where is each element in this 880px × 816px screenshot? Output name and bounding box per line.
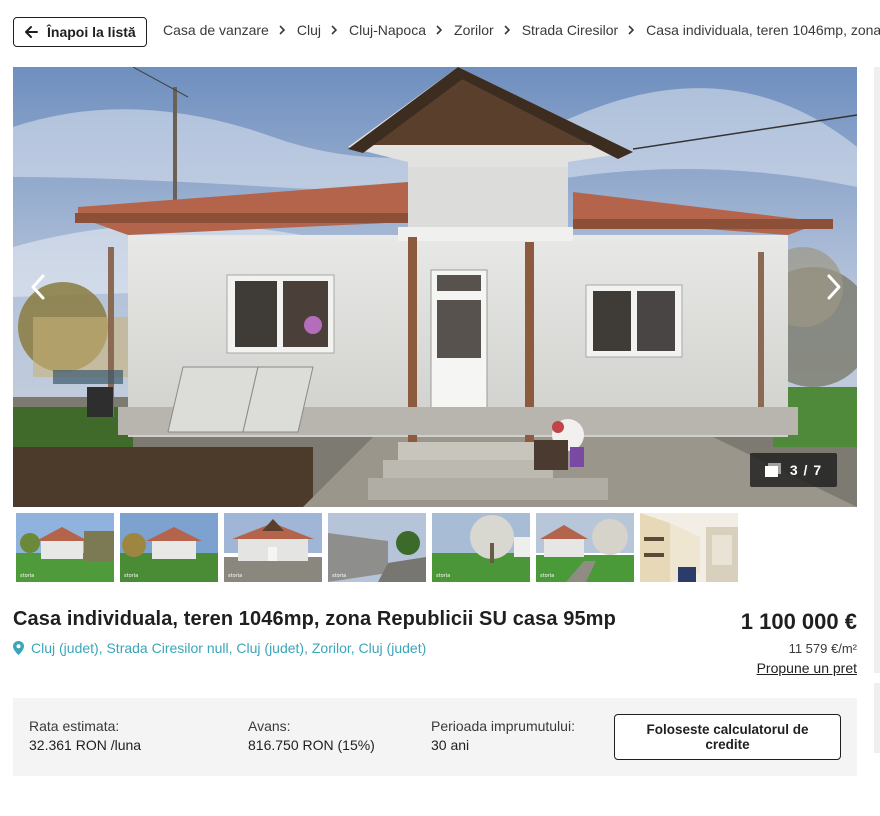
thumbnail[interactable] [640,513,738,582]
down-payment-label: Avans: [248,718,291,734]
listing-location[interactable]: Cluj (judet), Strada Ciresilor null, Clu… [13,640,426,656]
down-payment-value: 816.750 RON (15%) [248,737,375,753]
monthly-rate-value: 32.361 RON /luna [29,737,142,753]
breadcrumb-item-street[interactable]: Strada Ciresilor [522,22,618,38]
thumbnail[interactable]: storia [432,513,530,582]
loan-period-value: 30 ani [431,737,470,753]
location-pin-icon [13,641,24,655]
back-button-label: Înapoi la listă [47,24,136,40]
arrow-left-icon [25,26,38,38]
monthly-rate-label: Rata estimata: [29,718,120,734]
side-panel-edge [874,683,880,753]
breadcrumb-item-current: Casa individuala, teren 1046mp, zona R [646,22,880,38]
thumbnail[interactable]: storia [16,513,114,582]
price-per-sqm: 11 579 €/m² [788,641,857,656]
thumbnail[interactable]: storia [536,513,634,582]
thumbnail[interactable]: storia [328,513,426,582]
loan-period: Perioada imprumutului: 30 ani [431,718,575,753]
breadcrumb: Casa de vanzare Cluj Cluj-Napoca Zorilor… [163,22,880,38]
thumbnail-watermark: storia [228,573,242,579]
listing-price: 1 100 000 € [740,609,857,634]
thumbnail[interactable]: storia [224,513,322,582]
monthly-rate: Rata estimata: 32.361 RON /luna [29,718,141,753]
thumbnail-strip: storia storia storia storia storia stori… [16,513,744,582]
credit-estimate-panel: Rata estimata: 32.361 RON /luna Avans: 8… [13,698,857,776]
chevron-right-icon [628,25,635,35]
credit-calculator-button[interactable]: Foloseste calculatorul de credite [614,714,841,760]
thumbnail-watermark: storia [20,573,34,579]
photo-counter: 3 / 7 [750,453,837,487]
thumbnail-watermark: storia [436,573,450,579]
breadcrumb-item-district[interactable]: Zorilor [454,22,494,38]
chevron-right-icon [279,25,285,35]
chevron-right-icon [436,25,443,35]
propose-price-link[interactable]: Propune un pret [757,660,857,676]
back-to-list-button[interactable]: Înapoi la listă [13,17,147,47]
breadcrumb-item-city[interactable]: Cluj-Napoca [349,22,426,38]
listing-title: Casa individuala, teren 1046mp, zona Rep… [13,608,616,630]
photo-counter-text: 3 / 7 [789,462,823,478]
photos-icon [764,463,781,477]
loan-period-label: Perioada imprumutului: [431,718,575,734]
thumbnail[interactable]: storia [120,513,218,582]
side-panel-edge [874,67,880,673]
top-bar: Înapoi la listă Casa de vanzare Cluj Clu… [0,0,880,64]
thumbnail-watermark: storia [540,573,554,579]
gallery-prev-arrow-icon[interactable] [28,272,50,302]
location-text: Cluj (judet), Strada Ciresilor null, Clu… [31,640,427,656]
thumbnail-watermark: storia [124,573,138,579]
breadcrumb-item-category[interactable]: Casa de vanzare [163,22,269,38]
breadcrumb-item-county[interactable]: Cluj [297,22,321,38]
main-photo[interactable] [13,67,857,507]
house-photo [13,67,857,507]
chevron-right-icon [331,25,338,35]
gallery-next-arrow-icon[interactable] [822,272,844,302]
chevron-right-icon [504,25,510,35]
down-payment: Avans: 816.750 RON (15%) [248,718,375,753]
thumbnail-watermark: storia [332,573,346,579]
